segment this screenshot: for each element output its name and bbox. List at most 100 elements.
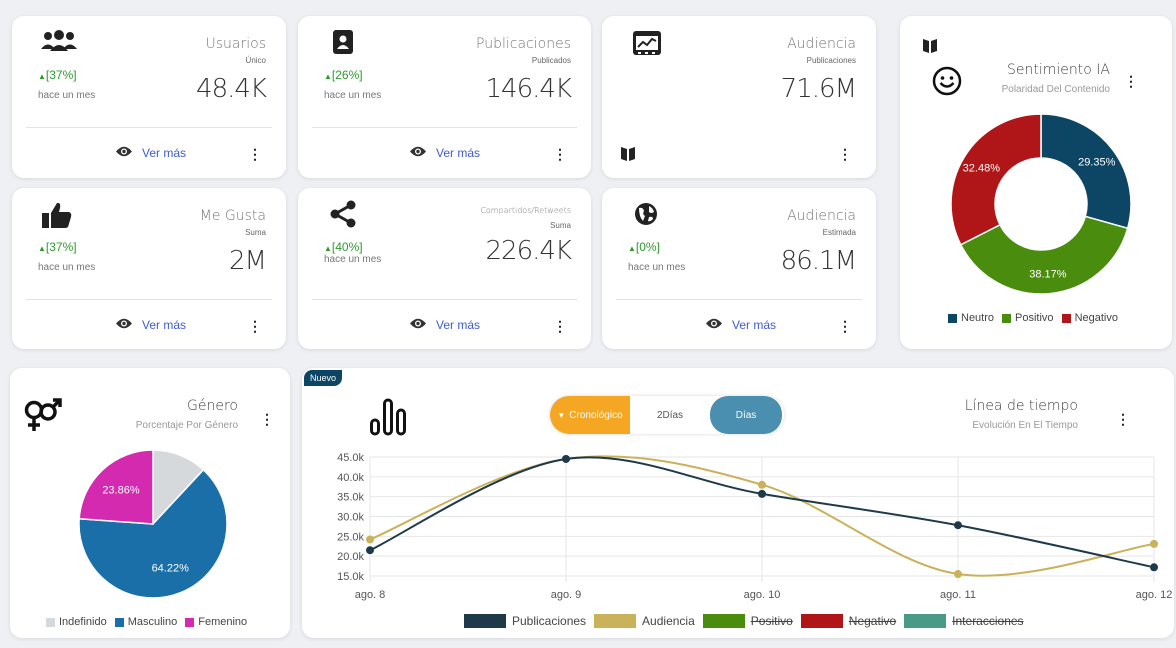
sentiment-card: Sentimiento IA Polaridad Del Contenido ⋮… xyxy=(900,16,1172,349)
stat-title: Compartidos/Retweets xyxy=(480,206,571,215)
stat-period: hace un mes xyxy=(324,90,382,101)
stat-card-audiencia-publicaciones: Audiencia Publicaciones 71.6M ⋮ xyxy=(602,16,876,178)
timeline-line-chart: 45.0k 40.0k 35.0k 30.0k 25.0k 20.0k 15.0k ago. … xyxy=(337,452,1172,601)
caret-down-icon: ▼ xyxy=(557,410,566,420)
gender-subtitle: Porcentaje Por Género xyxy=(135,420,238,431)
more-options-icon[interactable]: ⋮ xyxy=(260,412,274,426)
toggle-cronologico[interactable]: ▼ Cronológico xyxy=(550,396,630,434)
ver-mas-link[interactable]: Ver más xyxy=(706,318,776,332)
data-point-audiencia[interactable] xyxy=(1150,539,1158,548)
stat-subtitle: Suma xyxy=(550,221,571,230)
legend-item-positivo[interactable]: Positivo xyxy=(702,614,793,628)
y-tick-label: 45.0k xyxy=(337,452,364,464)
more-options-icon[interactable]: ⋮ xyxy=(838,147,852,161)
gender-card: Género Porcentaje Por Género ⋮ 64.22% 23.… xyxy=(10,368,290,638)
toggle-2dias[interactable]: 2Días xyxy=(630,396,710,434)
stat-period: hace un mes xyxy=(628,262,686,273)
legend-item-publicaciones[interactable]: Publicaciones xyxy=(464,614,586,628)
broken-image-icon xyxy=(620,146,636,167)
stat-title: Audiencia xyxy=(787,208,856,224)
x-tick-label: ago. 8 xyxy=(355,589,386,601)
more-options-icon[interactable]: ⋮ xyxy=(1116,412,1130,426)
pie-data-label: 32.48% xyxy=(963,162,1001,174)
legend-item-negativo[interactable]: Negativo xyxy=(1061,312,1118,324)
legend-swatch xyxy=(904,614,947,628)
divider xyxy=(312,299,577,300)
ver-mas-link[interactable]: Ver más xyxy=(116,318,186,332)
y-tick-label: 20.0k xyxy=(337,551,364,563)
arrow-up-icon: ▲ xyxy=(38,72,46,81)
stat-value: 48.4K xyxy=(196,74,267,104)
users-icon xyxy=(40,30,78,61)
y-tick-label: 40.0k xyxy=(337,472,364,484)
legend-item-negativo[interactable]: Negativo xyxy=(800,614,897,628)
legend-label: Masculino xyxy=(127,616,178,628)
eye-icon xyxy=(116,146,132,160)
toggle-dias[interactable]: Días xyxy=(710,396,782,434)
legend-item-femenino[interactable]: Femenino xyxy=(185,616,247,628)
stat-title: Audiencia xyxy=(787,36,856,52)
ver-mas-link[interactable]: Ver más xyxy=(410,318,480,332)
monitor-chart-icon xyxy=(632,30,662,63)
x-tick-label: ago. 10 xyxy=(744,589,781,601)
legend-item-masculino[interactable]: Masculino xyxy=(114,616,178,628)
legend-item-interacciones[interactable]: Interacciones xyxy=(904,614,1024,628)
pie-data-label: 23.86% xyxy=(102,485,140,497)
ver-mas-label: Ver más xyxy=(436,146,481,160)
data-point-publicaciones[interactable] xyxy=(562,454,570,463)
stat-delta-value: [0%] xyxy=(635,240,660,254)
legend-label: Negativo xyxy=(848,614,897,628)
arrow-up-icon: ▲ xyxy=(324,72,332,81)
legend-swatch xyxy=(1061,313,1071,323)
data-point-audiencia[interactable] xyxy=(954,570,962,579)
legend-item-neutro[interactable]: Neutro xyxy=(948,312,994,324)
data-point-publicaciones[interactable] xyxy=(954,521,962,530)
data-point-publicaciones[interactable] xyxy=(758,489,766,498)
pie-slice-negativo[interactable] xyxy=(950,113,1042,246)
broken-image-icon xyxy=(922,38,938,59)
arrow-up-icon: ▲ xyxy=(38,244,46,253)
data-point-publicaciones[interactable] xyxy=(366,546,374,555)
ver-mas-label: Ver más xyxy=(142,146,187,160)
stat-value: 226.4K xyxy=(485,236,572,266)
divider xyxy=(26,127,272,128)
more-options-icon[interactable]: ⋮ xyxy=(248,319,262,333)
more-options-icon[interactable]: ⋮ xyxy=(248,147,262,161)
stat-delta-value: [26%] xyxy=(331,68,363,82)
ver-mas-label: Ver más xyxy=(142,318,187,332)
pie-slice-neutro[interactable] xyxy=(1040,113,1132,230)
arrow-up-icon: ▲ xyxy=(324,244,332,253)
legend-item-audiencia[interactable]: Audiencia xyxy=(594,614,695,628)
more-options-icon[interactable]: ⋮ xyxy=(553,147,567,161)
stat-delta: ▲[0%] xyxy=(628,240,660,254)
stat-card-compartidos: Compartidos/Retweets Suma 226.4K ▲[40%] … xyxy=(298,188,591,349)
contact-book-icon xyxy=(333,30,353,59)
stat-value: 146.4K xyxy=(485,74,572,104)
stat-value: 86.1M xyxy=(780,246,857,276)
x-tick-label: ago. 11 xyxy=(940,589,976,601)
more-options-icon[interactable]: ⋮ xyxy=(553,319,567,333)
ver-mas-label: Ver más xyxy=(436,318,481,332)
smiley-icon xyxy=(932,66,962,101)
ver-mas-link[interactable]: Ver más xyxy=(116,146,186,160)
legend-item-positivo[interactable]: Positivo xyxy=(1002,312,1054,324)
legend-swatch xyxy=(1002,313,1012,323)
data-point-publicaciones[interactable] xyxy=(1150,563,1158,572)
more-options-icon[interactable]: ⋮ xyxy=(1124,74,1138,88)
legend-swatch xyxy=(114,617,124,627)
ver-mas-link[interactable]: Ver más xyxy=(410,146,480,160)
legend-item-indefinido[interactable]: Indefinido xyxy=(46,616,107,628)
gender-icon xyxy=(24,398,62,439)
data-point-audiencia[interactable] xyxy=(366,535,374,544)
more-options-icon[interactable]: ⋮ xyxy=(838,319,852,333)
stat-title: Publicaciones xyxy=(476,36,571,52)
legend-swatch xyxy=(702,614,745,628)
stat-delta-value: [40%] xyxy=(331,240,363,254)
legend-label: Positivo xyxy=(750,614,793,628)
stat-delta: ▲[37%] xyxy=(38,240,77,254)
stat-value: 71.6M xyxy=(780,74,857,104)
data-point-audiencia[interactable] xyxy=(758,480,766,489)
pie-data-label: 64.22% xyxy=(152,563,190,575)
legend-swatch xyxy=(800,614,843,628)
thumbs-up-icon xyxy=(42,200,72,235)
